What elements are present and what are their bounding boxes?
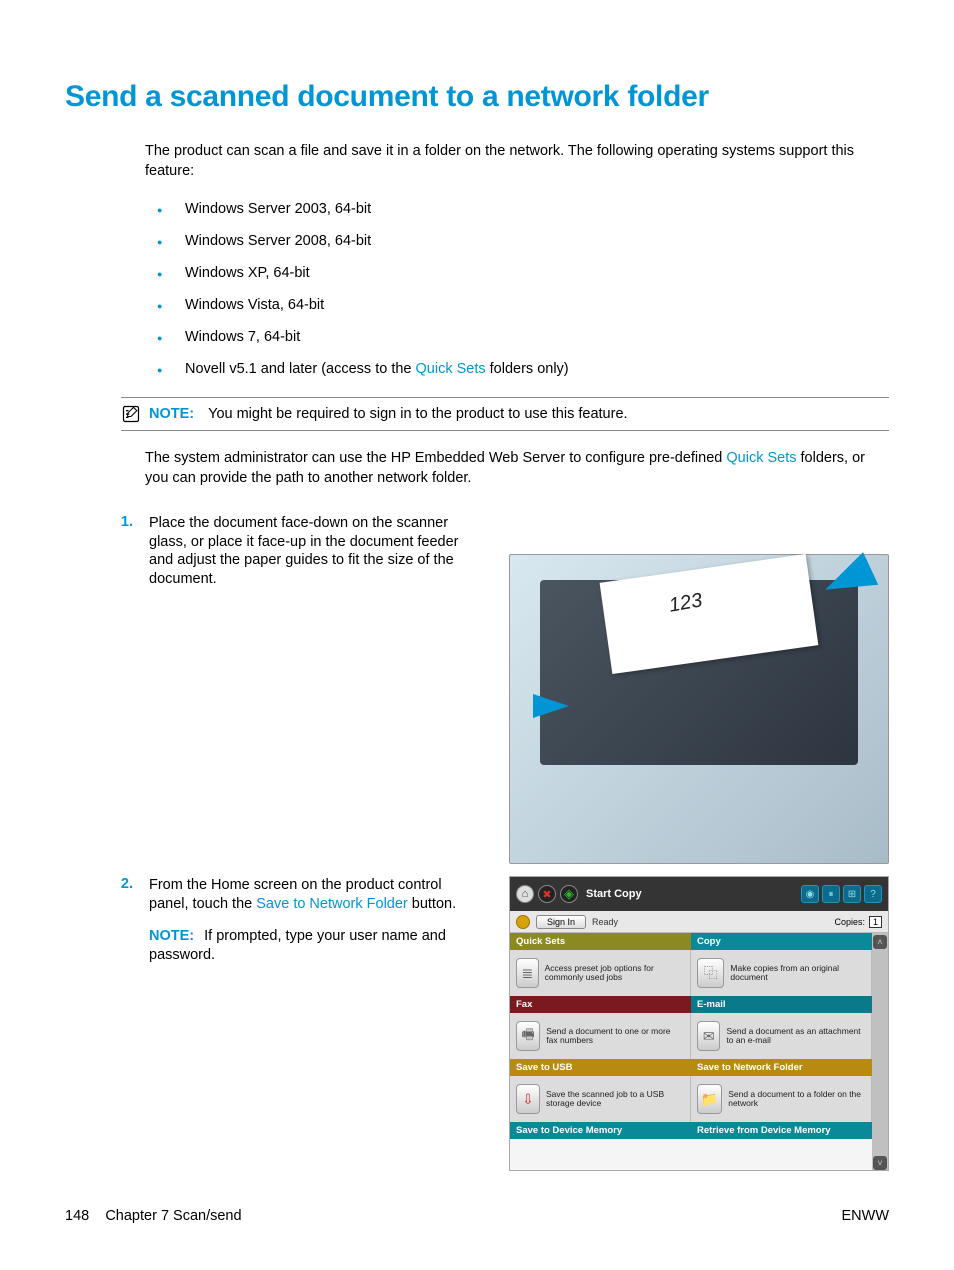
os-item: Windows Server 2003, 64-bit	[157, 201, 889, 217]
tile-quicksets[interactable]: ≣Access preset job options for commonly …	[510, 950, 691, 996]
sign-in-button[interactable]: Sign In	[536, 915, 586, 929]
scrollbar[interactable]: ˄ ˅	[872, 933, 888, 1171]
tile-email[interactable]: ✉Send a document as an attachment to an …	[691, 1013, 872, 1059]
panel-topbar: ⌂ ✖ ◈ Start Copy ◉ ⏸ ⊞ ?	[510, 877, 888, 911]
step2-text: From the Home screen on the product cont…	[149, 876, 479, 913]
network-icon[interactable]: ◉	[801, 885, 819, 903]
help-icon[interactable]: ?	[864, 885, 882, 903]
start-copy-label: Start Copy	[586, 888, 642, 900]
os-novell-pre: Novell v5.1 and later (access to the	[185, 361, 416, 377]
quick-sets-link[interactable]: Quick Sets	[416, 361, 486, 377]
note-text: You might be required to sign in to the …	[208, 406, 627, 422]
tile-copy[interactable]: ⿻Make copies from an original document	[691, 950, 872, 996]
tile-usb[interactable]: ⇩Save the scanned job to a USB storage d…	[510, 1076, 691, 1122]
scroll-down-icon[interactable]: ˅	[873, 1156, 887, 1170]
language-icon[interactable]: ⊞	[843, 885, 861, 903]
tile-netfolder[interactable]: 📁Send a document to a folder on the netw…	[691, 1076, 872, 1122]
page-footer: 148 Chapter 7 Scan/send ENWW	[65, 1208, 889, 1224]
control-panel-screenshot: ⌂ ✖ ◈ Start Copy ◉ ⏸ ⊞ ? Sign In Ready C…	[509, 876, 889, 1171]
list-icon: ≣	[516, 958, 539, 988]
tile-usb-header: Save to USB	[510, 1059, 691, 1076]
step-2: 2. From the Home screen on the product c…	[65, 876, 889, 1171]
panel-statusbar: Sign In Ready Copies: 1	[510, 911, 888, 933]
admin-paragraph: The system administrator can use the HP …	[145, 449, 889, 488]
os-item: Novell v5.1 and later (access to the Qui…	[157, 361, 889, 377]
page-title: Send a scanned document to a network fol…	[65, 80, 889, 114]
hp-logo-icon: ⌂	[516, 885, 534, 903]
step1-text: Place the document face-down on the scan…	[149, 514, 479, 588]
usb-icon: ⇩	[516, 1084, 540, 1114]
tile-email-header: E-mail	[691, 996, 872, 1013]
note-label: NOTE:	[149, 406, 194, 422]
tile-quicksets-header: Quick Sets	[510, 933, 691, 950]
note-callout: NOTE: You might be required to sign in t…	[121, 397, 889, 431]
chapter-label: Chapter 7 Scan/send	[105, 1208, 241, 1224]
tile-copy-header: Copy	[691, 933, 872, 950]
footer-lang: ENWW	[841, 1208, 889, 1224]
scroll-up-icon[interactable]: ˄	[873, 935, 887, 949]
copy-icon: ⿻	[697, 958, 724, 988]
tile-fax-header: Fax	[510, 996, 691, 1013]
tile-devmem-header: Save to Device Memory	[510, 1122, 691, 1139]
envelope-icon: ✉	[697, 1021, 720, 1051]
os-novell-post: folders only)	[486, 361, 569, 377]
tile-fax[interactable]: 🖷Send a document to one or more fax numb…	[510, 1013, 691, 1059]
os-list: Windows Server 2003, 64-bit Windows Serv…	[145, 201, 889, 377]
scanner-illustration: 123	[509, 554, 889, 864]
step2-note: NOTE: If prompted, type your user name a…	[149, 927, 479, 964]
step-number: 1.	[99, 514, 133, 530]
ready-status: Ready	[592, 917, 618, 927]
stop-icon[interactable]: ✖	[538, 885, 556, 903]
quick-sets-link[interactable]: Quick Sets	[726, 450, 796, 466]
copies-input[interactable]: 1	[869, 916, 882, 928]
fax-icon: 🖷	[516, 1021, 540, 1051]
os-item: Windows 7, 64-bit	[157, 329, 889, 345]
page-number: 148	[65, 1208, 89, 1224]
folder-icon: 📁	[697, 1084, 722, 1114]
intro-paragraph: The product can scan a file and save it …	[145, 142, 889, 181]
arrow-right-icon	[533, 694, 569, 718]
start-icon[interactable]: ◈	[560, 885, 578, 903]
paper-sheet	[599, 554, 818, 674]
arrow-down-icon	[818, 553, 879, 607]
copies-label: Copies:	[834, 917, 865, 927]
step-number: 2.	[99, 876, 133, 892]
warning-icon[interactable]	[516, 915, 530, 929]
os-item: Windows Server 2008, 64-bit	[157, 233, 889, 249]
tile-retrieve-header: Retrieve from Device Memory	[691, 1122, 872, 1139]
os-item: Windows XP, 64-bit	[157, 265, 889, 281]
tile-netfolder-header: Save to Network Folder	[691, 1059, 872, 1076]
os-item: Windows Vista, 64-bit	[157, 297, 889, 313]
save-to-network-folder-link[interactable]: Save to Network Folder	[256, 896, 408, 912]
step-1: 1. Place the document face-down on the s…	[65, 514, 889, 864]
pause-icon[interactable]: ⏸	[822, 885, 840, 903]
note-label: NOTE:	[149, 928, 194, 944]
note-icon	[121, 404, 141, 424]
